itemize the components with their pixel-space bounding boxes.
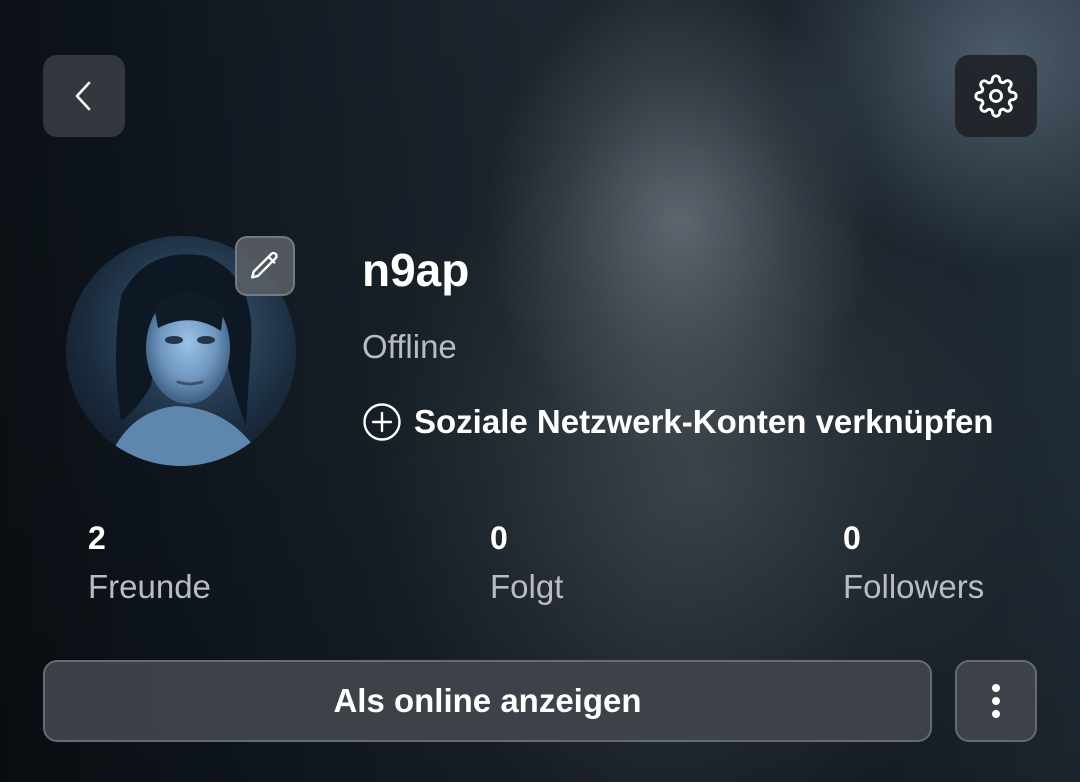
followers-count: 0 — [843, 520, 861, 556]
settings-button[interactable] — [955, 55, 1037, 137]
chevron-left-icon — [75, 81, 91, 111]
followers-label: Followers — [843, 568, 985, 605]
stat-following[interactable]: 0 Folgt — [490, 518, 563, 610]
show-online-label: Als online anzeigen — [333, 682, 642, 719]
link-social-accounts-button[interactable]: Soziale Netzwerk-Konten verknüpfen — [362, 400, 993, 444]
edit-avatar-button[interactable] — [235, 236, 295, 296]
pencil-icon — [251, 251, 278, 279]
vertical-ellipsis-icon — [992, 684, 1000, 718]
following-label: Folgt — [490, 568, 564, 605]
show-online-button[interactable]: Als online anzeigen — [43, 660, 932, 742]
avatar-container — [66, 236, 296, 466]
profile-screen: n9ap Offline Soziale Netzwerk-Konten ver… — [0, 0, 1080, 782]
username: n9ap — [362, 244, 470, 296]
gear-icon — [974, 74, 1018, 118]
presence-status: Offline — [362, 328, 457, 365]
following-count: 0 — [490, 520, 508, 556]
stat-followers[interactable]: 0 Followers — [843, 518, 984, 610]
link-social-accounts-label: Soziale Netzwerk-Konten verknüpfen — [414, 403, 994, 440]
stat-friends[interactable]: 2 Freunde — [88, 518, 211, 610]
friends-count: 2 — [88, 520, 106, 556]
back-button[interactable] — [43, 55, 125, 137]
plus-circle-icon — [363, 403, 401, 441]
friends-label: Freunde — [88, 568, 211, 605]
more-options-button[interactable] — [955, 660, 1037, 742]
